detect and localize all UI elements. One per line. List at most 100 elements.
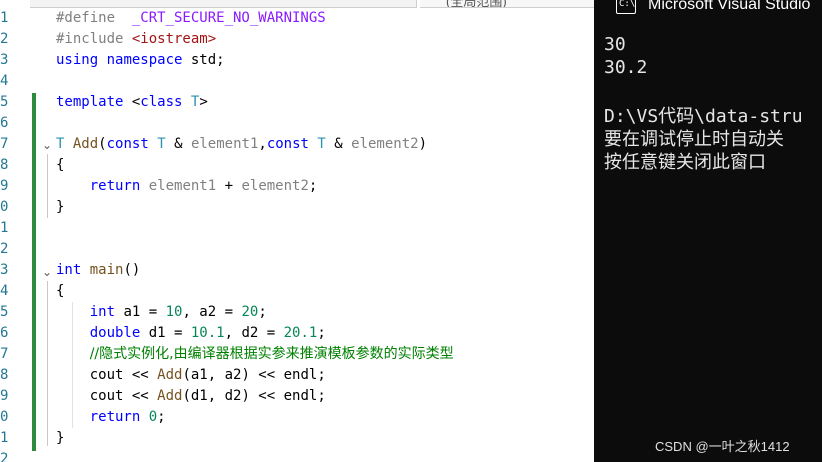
code-token: } xyxy=(56,199,65,215)
code-token: #include xyxy=(56,31,132,47)
code-token: { xyxy=(56,283,65,299)
code-token: cout << xyxy=(56,388,158,404)
line-number: 3 xyxy=(0,52,9,68)
code-token: element2 xyxy=(241,178,309,194)
code-token: namespace xyxy=(106,52,183,68)
line-number: 8 xyxy=(0,367,9,383)
code-token: Add xyxy=(157,388,183,404)
console-output-line: 30.2 xyxy=(604,57,648,78)
code-line[interactable]: cout << Add(a1, a2) << endl; xyxy=(56,365,326,386)
code-token: () xyxy=(123,262,141,278)
code-token: ; xyxy=(308,178,318,194)
code-line[interactable]: return element1 + element2; xyxy=(56,176,318,197)
code-token: (a1, a2) << endl; xyxy=(182,367,326,383)
line-number: 1 xyxy=(0,430,9,446)
code-token: Add xyxy=(72,136,99,152)
code-token: 0 xyxy=(148,409,158,425)
code-token: Add xyxy=(157,367,183,383)
line-number: 6 xyxy=(0,325,9,341)
fold-chevron-icon[interactable]: ⌄ xyxy=(42,265,54,279)
console-icon: C:\ xyxy=(616,0,636,14)
code-token: 10.1 xyxy=(190,325,225,341)
console-output-line: 按任意键关闭此窗口 xyxy=(604,152,766,173)
code-line[interactable]: return 0; xyxy=(56,407,166,428)
code-token: class xyxy=(140,94,183,110)
line-number: 4 xyxy=(0,283,9,299)
code-token: ) xyxy=(418,136,428,152)
scope-dropdown[interactable]: (全局范围) xyxy=(420,0,594,8)
line-number: 2 xyxy=(0,241,9,257)
code-token: 10 xyxy=(165,304,183,320)
code-token: element1 xyxy=(190,136,259,152)
code-token: _CRT_SECURE_NO_WARNINGS xyxy=(131,10,326,26)
code-token: template xyxy=(56,94,124,110)
code-line[interactable]: cout << Add(d1, d2) << endl; xyxy=(56,386,326,407)
code-token: //隐式实例化,由编译器根据实参来推演模板参数的实际类型 xyxy=(89,346,454,362)
code-line[interactable]: //隐式实例化,由编译器根据实参来推演模板参数的实际类型 xyxy=(56,344,454,365)
line-number: 5 xyxy=(0,94,9,110)
code-line[interactable]: int main() xyxy=(56,260,140,281)
code-token: , d2 = xyxy=(224,325,284,341)
member-dropdown[interactable] xyxy=(30,0,417,8)
code-token: element1 xyxy=(148,178,217,194)
code-line[interactable]: using namespace std; xyxy=(56,50,225,71)
code-token: return xyxy=(89,409,141,425)
code-token: ; xyxy=(258,304,267,320)
code-token: int xyxy=(56,262,82,278)
console-window[interactable]: C:\ Microsoft Visual Studio 30 30.2 D:\VS代… xyxy=(594,0,822,462)
line-number: 3 xyxy=(0,262,9,278)
code-token: T xyxy=(317,136,326,152)
code-token: , xyxy=(258,136,267,152)
code-token: main xyxy=(89,262,124,278)
code-token: d1 = xyxy=(140,325,191,341)
code-token: } xyxy=(56,430,65,446)
code-token: > xyxy=(199,94,208,110)
code-editor[interactable]: (全局范围) ⌄ ⌄ 1 2 3 4 5 6 7 8 9 0 1 2 3 4 5 6 7 8 9 0 1 2 #defin… xyxy=(0,0,594,462)
fold-chevron-icon[interactable]: ⌄ xyxy=(42,138,54,152)
code-token: std; xyxy=(182,52,225,68)
line-number: 0 xyxy=(0,409,9,425)
code-token: & xyxy=(165,136,191,152)
scope-guide-line xyxy=(47,281,48,446)
code-token: cout << xyxy=(56,367,158,383)
code-token: & xyxy=(325,136,352,152)
code-line[interactable]: { xyxy=(56,281,64,302)
code-line[interactable]: template <class T> xyxy=(56,92,208,113)
code-token: < xyxy=(123,94,141,110)
scope-guide-line xyxy=(47,154,48,218)
code-line[interactable]: } xyxy=(56,428,64,449)
code-line[interactable]: double d1 = 10.1, d2 = 20.1; xyxy=(56,323,326,344)
code-token: #define xyxy=(56,10,132,26)
code-token: return xyxy=(89,178,141,194)
code-token: 20 xyxy=(241,304,259,320)
code-token: const xyxy=(266,136,309,152)
line-number: 0 xyxy=(0,199,9,215)
line-number: 5 xyxy=(0,304,9,320)
code-token: + xyxy=(216,178,242,194)
line-number: 7 xyxy=(0,136,9,152)
code-token: { xyxy=(56,157,65,173)
code-token: element2 xyxy=(351,136,419,152)
code-token: ; xyxy=(157,409,166,425)
editor-tab-strip: (全局范围) xyxy=(0,0,594,8)
code-line[interactable]: int a1 = 10, a2 = 20; xyxy=(56,302,267,323)
code-token: 20.1 xyxy=(283,325,318,341)
change-tracking-bar xyxy=(32,93,36,451)
code-line[interactable]: } xyxy=(56,197,64,218)
console-title-bar[interactable]: C:\ Microsoft Visual Studio xyxy=(594,0,822,20)
scope-dropdown-label: (全局范围) xyxy=(446,0,507,8)
line-number: 8 xyxy=(0,157,9,173)
code-line[interactable]: { xyxy=(56,155,64,176)
code-line[interactable]: #define _CRT_SECURE_NO_WARNINGS xyxy=(56,8,326,29)
code-token: const xyxy=(106,136,149,152)
code-line[interactable]: T Add(const T & element1,const T & eleme… xyxy=(56,134,427,155)
line-number: 7 xyxy=(0,346,9,362)
code-token: <iostream> xyxy=(131,31,217,47)
code-line[interactable]: #include <iostream> xyxy=(56,29,216,50)
